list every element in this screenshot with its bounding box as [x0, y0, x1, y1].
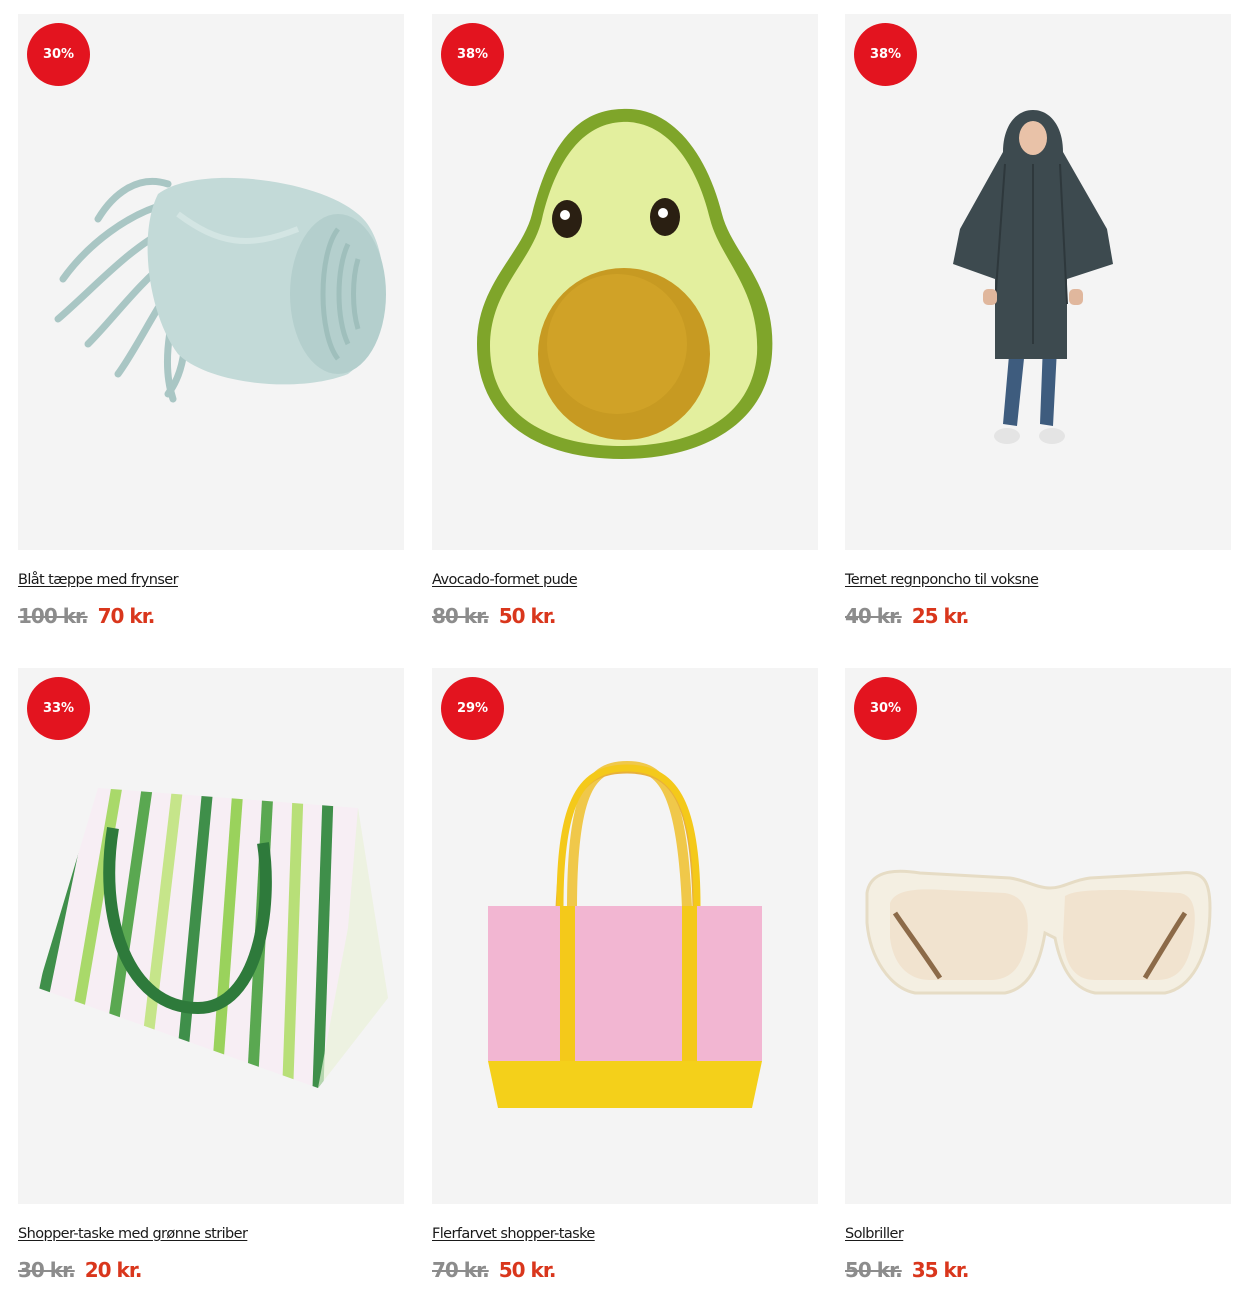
price-row: 30 kr. 20 kr. — [18, 1258, 404, 1282]
product-title-link[interactable]: Ternet regnponcho til voksne — [845, 572, 1231, 588]
original-price: 50 kr. — [845, 1258, 903, 1282]
original-price: 30 kr. — [18, 1258, 76, 1282]
poncho-icon — [953, 110, 1113, 444]
product-image[interactable]: 38% — [432, 14, 818, 550]
sale-price: 70 kr. — [97, 604, 156, 628]
sale-price: 35 kr. — [911, 1258, 970, 1282]
product-title-link[interactable]: Blåt tæppe med frynser — [18, 572, 404, 588]
product-image[interactable]: 29% — [432, 668, 818, 1204]
product-image[interactable]: 38% — [845, 14, 1231, 550]
product-card[interactable]: 30% Blåt tæppe med frynser 100 kr. 70 kr… — [18, 14, 404, 628]
blanket-icon — [54, 177, 386, 403]
original-price: 70 kr. — [432, 1258, 490, 1282]
sale-price: 25 kr. — [911, 604, 970, 628]
product-title-link[interactable]: Shopper-taske med grønne striber — [18, 1226, 404, 1242]
original-price: 100 kr. — [18, 604, 89, 628]
product-title-link[interactable]: Avocado-formet pude — [432, 572, 818, 588]
product-card[interactable]: 33% Shopper-taske med grønne striber 30 … — [18, 668, 404, 1282]
product-card[interactable]: 30% Solbriller 50 kr. 35 kr. — [845, 668, 1231, 1282]
product-card[interactable]: 38% Ternet regnponcho til voksne 40 kr. … — [845, 14, 1231, 628]
price-row: 40 kr. 25 kr. — [845, 604, 1231, 628]
discount-badge: 29% — [441, 677, 504, 740]
striped-bag-icon — [38, 788, 388, 1088]
price-row: 100 kr. 70 kr. — [18, 604, 404, 628]
price-row: 50 kr. 35 kr. — [845, 1258, 1231, 1282]
original-price: 40 kr. — [845, 604, 903, 628]
discount-badge: 38% — [854, 23, 917, 86]
price-row: 70 kr. 50 kr. — [432, 1258, 818, 1282]
original-price: 80 kr. — [432, 604, 490, 628]
tote-bag-icon — [488, 760, 762, 1108]
sale-price: 20 kr. — [84, 1258, 143, 1282]
price-row: 80 kr. 50 kr. — [432, 604, 818, 628]
avocado-pillow-icon — [477, 108, 773, 459]
product-image[interactable]: 30% — [845, 668, 1231, 1204]
discount-badge: 33% — [27, 677, 90, 740]
product-title-link[interactable]: Solbriller — [845, 1226, 1231, 1242]
sale-price: 50 kr. — [498, 1258, 557, 1282]
sale-price: 50 kr. — [498, 604, 557, 628]
product-image[interactable]: 33% — [18, 668, 404, 1204]
discount-badge: 38% — [441, 23, 504, 86]
discount-badge: 30% — [854, 677, 917, 740]
product-grid: 30% Blåt tæppe med frynser 100 kr. 70 kr… — [0, 0, 1250, 1316]
product-image[interactable]: 30% — [18, 14, 404, 550]
sunglasses-icon — [865, 869, 1212, 995]
product-card[interactable]: 38% Avocado-formet pude 80 kr. 50 kr. — [432, 14, 818, 628]
discount-badge: 30% — [27, 23, 90, 86]
product-card[interactable]: 29% Flerfarvet shopper-taske 70 kr. 50 k… — [432, 668, 818, 1282]
product-title-link[interactable]: Flerfarvet shopper-taske — [432, 1226, 818, 1242]
